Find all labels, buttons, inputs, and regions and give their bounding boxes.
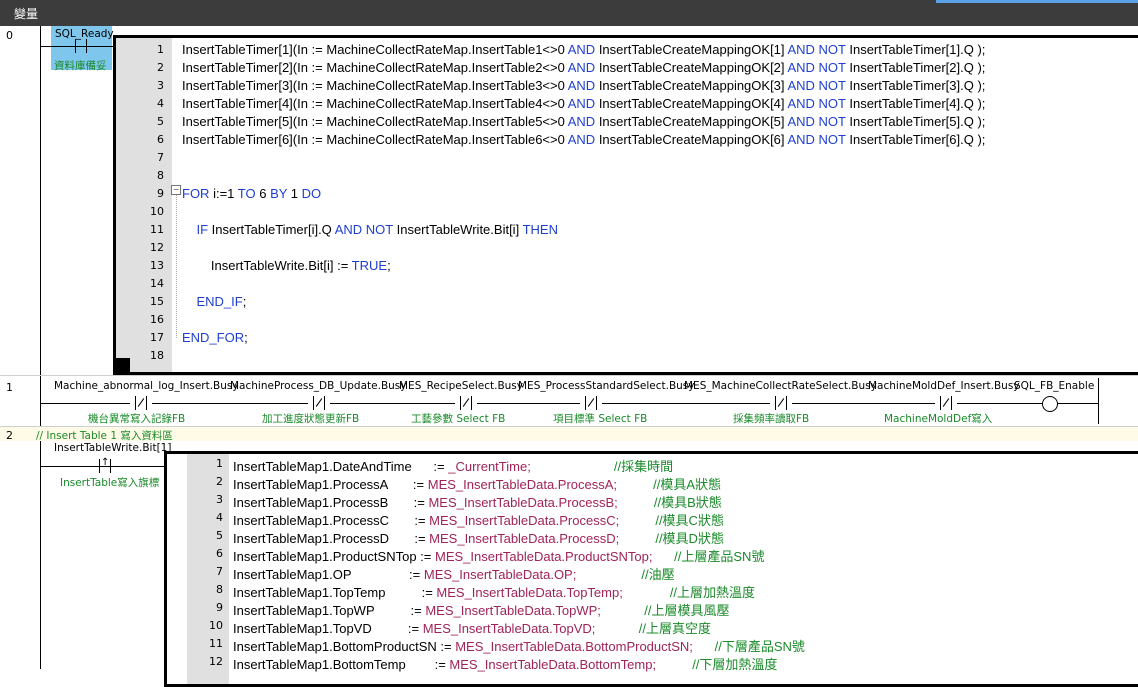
- code-line[interactable]: InsertTableMap1.ProcessB := MES_InsertTa…: [233, 492, 722, 511]
- contact-variable[interactable]: Machine_abnormal_log_Insert.Busy: [54, 380, 239, 392]
- variables-panel-header: 變量: [0, 0, 1138, 26]
- line-number: 10: [209, 619, 223, 632]
- output-coil[interactable]: [1042, 396, 1058, 412]
- line-number: 7: [216, 565, 223, 578]
- line-number: 6: [157, 133, 164, 146]
- contact-variable[interactable]: MES_ProcessStandardSelect.Busy: [518, 380, 694, 392]
- contact-comment: 機台異常寫入記錄FB: [88, 413, 186, 425]
- code-line[interactable]: InsertTableMap1.ProductSNTop := MES_Inse…: [233, 546, 764, 565]
- code-line[interactable]: InsertTableTimer[3](In := MachineCollect…: [182, 78, 985, 93]
- line-number: 5: [157, 115, 164, 128]
- line-number: 3: [157, 79, 164, 92]
- line-number: 5: [216, 529, 223, 542]
- no-contact[interactable]: [70, 39, 92, 53]
- code-line[interactable]: InsertTableMap1.TopWP := MES_InsertTable…: [233, 600, 729, 619]
- line-number: 11: [209, 637, 223, 650]
- rung-number: 0: [6, 29, 13, 42]
- code-line[interactable]: InsertTableTimer[2](In := MachineCollect…: [182, 60, 985, 75]
- line-number: 3: [216, 493, 223, 506]
- line-number: 16: [150, 313, 164, 326]
- contact-variable[interactable]: MES_RecipeSelect.Busy: [399, 380, 523, 392]
- line-number: 15: [150, 295, 164, 308]
- code-line[interactable]: InsertTableTimer[6](In := MachineCollect…: [182, 132, 985, 147]
- nc-contact[interactable]: [130, 396, 152, 410]
- code-line[interactable]: InsertTableMap1.ProcessC := MES_InsertTa…: [233, 510, 724, 529]
- code-line[interactable]: FOR i:=1 TO 6 BY 1 DO: [182, 186, 321, 201]
- line-number: 17: [150, 331, 164, 344]
- indent-guide: [176, 188, 177, 338]
- contact-comment: MachineMoldDef寫入: [884, 413, 993, 425]
- code-line[interactable]: InsertTableTimer[1](In := MachineCollect…: [182, 42, 985, 57]
- line-number: 1: [216, 457, 223, 470]
- contact-variable[interactable]: MachineProcess_DB_Update.Busy: [230, 380, 406, 392]
- contact-comment: 資料庫備妥: [54, 60, 107, 72]
- contact-variable[interactable]: InsertTableWrite.Bit[1]: [54, 442, 171, 454]
- no-contact[interactable]: ↑: [94, 457, 116, 473]
- code-line[interactable]: InsertTableTimer[5](In := MachineCollect…: [182, 114, 985, 129]
- line-number: 12: [209, 655, 223, 668]
- scroll-corner: [116, 358, 130, 372]
- contact-comment: InsertTable寫入旗標: [60, 477, 160, 489]
- code-line[interactable]: InsertTableMap1.BottomProductSN := MES_I…: [233, 636, 805, 655]
- line-number: 13: [150, 259, 164, 272]
- contact-comment: 工藝參數 Select FB: [411, 413, 506, 425]
- code-line[interactable]: InsertTableMap1.TopVD := MES_InsertTable…: [233, 618, 711, 637]
- code-line[interactable]: IF InsertTableTimer[i].Q AND NOT InsertT…: [182, 222, 558, 237]
- st-left-panel: [167, 454, 187, 684]
- line-number: 9: [216, 601, 223, 614]
- nc-contact[interactable]: [580, 396, 602, 410]
- code-line[interactable]: InsertTableMap1.TopTemp := MES_InsertTab…: [233, 582, 755, 601]
- line-number: 8: [216, 583, 223, 596]
- line-number: 8: [157, 169, 164, 182]
- contact-variable[interactable]: MES_MachineCollectRateSelect.Busy: [684, 380, 877, 392]
- rung-comment[interactable]: // Insert Table 1 寫入資料區: [36, 428, 173, 443]
- line-number: 4: [157, 97, 164, 110]
- st-code-box[interactable]: − 1 InsertTableTimer[1](In := MachineColl…: [113, 35, 1138, 375]
- nc-contact[interactable]: [935, 396, 957, 410]
- left-power-rail: [40, 26, 41, 669]
- code-line[interactable]: END_FOR;: [182, 330, 248, 345]
- line-number: 1: [157, 43, 164, 56]
- line-number: 6: [216, 547, 223, 560]
- panel-title[interactable]: 變量: [14, 5, 38, 22]
- rung-number: 1: [6, 381, 13, 394]
- contact-variable[interactable]: MachineMoldDef_Insert.Busy: [868, 380, 1020, 392]
- code-line[interactable]: InsertTableMap1.ProcessA := MES_InsertTa…: [233, 474, 721, 493]
- line-number: 4: [216, 511, 223, 524]
- line-number: 9: [157, 187, 164, 200]
- nc-contact[interactable]: [455, 396, 477, 410]
- code-line[interactable]: InsertTableMap1.BottomTemp := MES_Insert…: [233, 654, 777, 673]
- line-number: 14: [150, 277, 164, 290]
- contact-comment: 項目標準 Select FB: [553, 413, 648, 425]
- code-line[interactable]: InsertTableMap1.DateAndTime := _CurrentT…: [233, 456, 673, 475]
- code-line[interactable]: END_IF;: [182, 294, 246, 309]
- line-number: 18: [150, 349, 164, 362]
- st-code-box[interactable]: 1 InsertTableMap1.DateAndTime := _Current…: [164, 451, 1138, 687]
- nc-contact[interactable]: [770, 396, 792, 410]
- line-number: 10: [150, 205, 164, 218]
- active-tab-indicator: [936, 0, 1138, 3]
- line-number: 2: [216, 475, 223, 488]
- code-line[interactable]: InsertTableMap1.OP := MES_InsertTableDat…: [233, 564, 675, 583]
- coil-variable[interactable]: SQL_FB_Enable: [1014, 380, 1094, 392]
- code-line[interactable]: InsertTableTimer[4](In := MachineCollect…: [182, 96, 985, 111]
- code-line[interactable]: InsertTableWrite.Bit[i] := TRUE;: [182, 258, 391, 273]
- line-number: 12: [150, 241, 164, 254]
- contact-comment: 加工進度狀態更新FB: [262, 413, 360, 425]
- rung-separator: [0, 375, 1138, 376]
- line-number: 11: [150, 223, 164, 236]
- right-power-rail: [1098, 378, 1099, 424]
- line-number: 2: [157, 61, 164, 74]
- fold-toggle-icon[interactable]: −: [171, 185, 181, 195]
- pulse-arrow-icon: ↑: [101, 457, 110, 468]
- rung-number: 2: [6, 429, 13, 442]
- line-number: 7: [157, 151, 164, 164]
- contact-comment: 採集頻率讀取FB: [733, 413, 810, 425]
- code-line[interactable]: InsertTableMap1.ProcessD := MES_InsertTa…: [233, 528, 724, 547]
- nc-contact[interactable]: [308, 396, 330, 410]
